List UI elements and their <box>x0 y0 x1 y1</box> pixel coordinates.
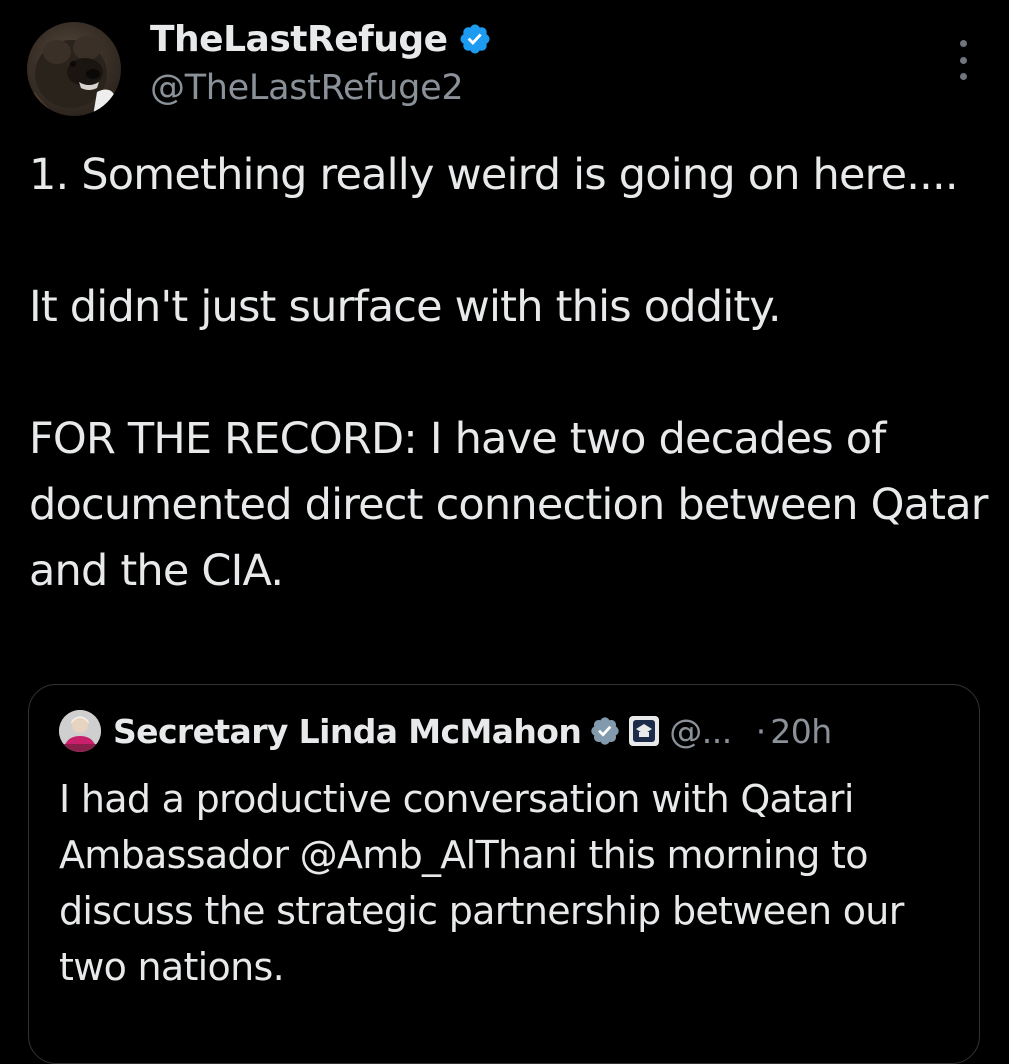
bear-avatar-image <box>27 36 117 116</box>
profile-photo-avatar-image <box>59 710 101 752</box>
author-name-row: TheLastRefuge <box>150 14 492 64</box>
department-of-education-affiliation-icon[interactable] <box>629 716 660 746</box>
tweet: TheLastRefuge @TheLastRefuge2 1. Somethi… <box>0 0 1009 1064</box>
quoted-tweet-header: Secretary Linda McMahon @... · 20h <box>59 707 832 755</box>
author-handle[interactable]: @TheLastRefuge2 <box>150 68 464 108</box>
government-verified-badge-icon <box>589 715 621 747</box>
more-dot <box>959 73 967 80</box>
verified-badge-icon <box>458 22 492 56</box>
quoted-author-display-name[interactable]: Secretary Linda McMahon <box>113 712 582 751</box>
tweet-text: 1. Something really weird is going on he… <box>29 142 989 604</box>
more-dot <box>959 40 967 47</box>
quoted-tweet-timestamp[interactable]: 20h <box>770 712 832 751</box>
quoted-author-avatar[interactable] <box>59 710 101 752</box>
quoted-author-handle[interactable]: @... <box>669 712 732 751</box>
meta-separator: · <box>755 711 767 751</box>
author-display-name[interactable]: TheLastRefuge <box>150 19 448 60</box>
quoted-tweet-text: I had a productive conversation with Qat… <box>59 777 904 989</box>
tweet-paragraph: It didn't just surface with this oddity. <box>29 282 782 332</box>
quoted-tweet-card[interactable]: Secretary Linda McMahon @... · 20h I had… <box>28 684 980 1064</box>
tweet-paragraph: 1. Something really weird is going on he… <box>29 150 959 200</box>
author-avatar[interactable] <box>27 22 121 116</box>
more-options-icon[interactable] <box>952 40 974 80</box>
more-dot <box>959 56 967 64</box>
tweet-paragraph: FOR THE RECORD: I have two decades of do… <box>29 414 988 596</box>
